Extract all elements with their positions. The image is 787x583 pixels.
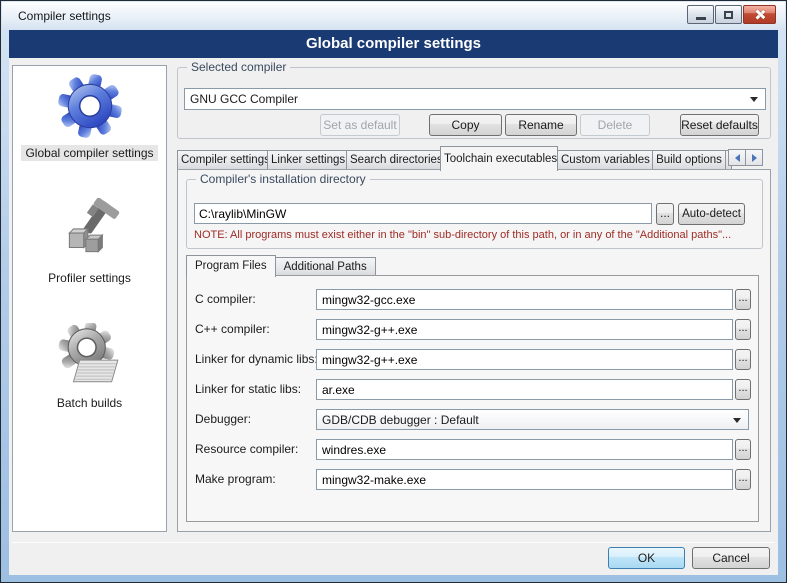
chevron-down-icon (750, 97, 758, 102)
tab-scroll-left-button[interactable] (728, 149, 746, 166)
field-row-dynamic-linker: Linker for dynamic libs: ... (187, 349, 758, 371)
compiler-select-value: GNU GCC Compiler (190, 92, 298, 106)
sidebar-item-profiler-settings[interactable]: Profiler settings (13, 198, 166, 286)
tab-toolchain-executables[interactable]: Toolchain executables (440, 146, 558, 171)
field-row-cpp-compiler: C++ compiler: ... (187, 319, 758, 341)
close-button[interactable] (743, 5, 776, 24)
gray-gear-stack-icon (57, 323, 123, 389)
ok-button[interactable]: OK (608, 547, 685, 569)
footer-divider (12, 542, 775, 543)
dynamic-linker-input[interactable] (316, 349, 733, 370)
arrow-right-icon (752, 154, 757, 162)
tab-build-options[interactable]: Build options (652, 150, 726, 170)
page-title: Global compiler settings (9, 30, 778, 58)
window-title: Compiler settings (18, 9, 111, 23)
debugger-select[interactable]: GDB/CDB debugger : Default (316, 409, 749, 430)
minimize-button[interactable] (687, 5, 714, 24)
field-row-static-linker: Linker for static libs: ... (187, 379, 758, 401)
minimize-icon (696, 17, 706, 20)
bin-subdirectory-note: NOTE: All programs must exist either in … (194, 229, 731, 241)
copy-button[interactable]: Copy (429, 114, 502, 136)
maximize-button[interactable] (715, 5, 742, 24)
dialog-window: Compiler settings Global compiler settin… (0, 0, 787, 583)
blue-gear-icon (57, 73, 123, 139)
rename-button[interactable]: Rename (505, 114, 577, 136)
close-icon (754, 9, 765, 20)
field-label: Make program: (195, 472, 276, 486)
subtab-program-files[interactable]: Program Files (186, 255, 276, 277)
field-label: Linker for static libs: (195, 382, 301, 396)
selected-compiler-group-label: Selected compiler (187, 60, 290, 74)
dialog-content: Global compiler settings (9, 30, 778, 575)
tab-custom-variables[interactable]: Custom variables (557, 150, 653, 170)
field-label: Resource compiler: (195, 442, 298, 456)
subtab-additional-paths[interactable]: Additional Paths (275, 257, 376, 276)
delete-button: Delete (580, 114, 650, 136)
profiler-caliper-icon (57, 198, 123, 264)
field-label: C compiler: (195, 292, 256, 306)
field-row-resource-compiler: Resource compiler: ... (187, 439, 758, 461)
tab-search-directories[interactable]: Search directories (346, 150, 441, 170)
static-linker-input[interactable] (316, 379, 733, 400)
c-compiler-input[interactable] (316, 289, 733, 310)
installation-directory-group: Compiler's installation directory ... Au… (186, 179, 763, 249)
field-label: C++ compiler: (195, 322, 270, 336)
browse-dynamic-linker-button[interactable]: ... (735, 349, 751, 370)
compiler-select[interactable]: GNU GCC Compiler (184, 88, 766, 110)
browse-cpp-compiler-button[interactable]: ... (735, 319, 751, 340)
selected-compiler-group: Selected compiler GNU GCC Compiler Set a… (177, 67, 771, 139)
settings-tab-bar: Compiler settings Linker settings Search… (177, 144, 771, 170)
installation-directory-input[interactable] (194, 203, 652, 224)
field-label: Debugger: (195, 412, 251, 426)
window-controls (686, 5, 776, 24)
field-label: Linker for dynamic libs: (195, 352, 318, 366)
tab-compiler-settings[interactable]: Compiler settings (177, 150, 268, 170)
toolchain-executables-page: Compiler's installation directory ... Au… (177, 169, 771, 532)
browse-make-program-button[interactable]: ... (735, 469, 751, 490)
reset-defaults-button[interactable]: Reset defaults (680, 114, 759, 136)
tab-linker-settings[interactable]: Linker settings (267, 150, 347, 170)
sidebar-item-batch-builds[interactable]: Batch builds (13, 323, 166, 411)
program-files-page: C compiler: ... C++ compiler: ... Linker… (186, 275, 759, 522)
field-row-c-compiler: C compiler: ... (187, 289, 758, 311)
browse-c-compiler-button[interactable]: ... (735, 289, 751, 310)
maximize-icon (724, 11, 733, 19)
tab-scroll-buttons (729, 149, 763, 166)
debugger-select-value: GDB/CDB debugger : Default (322, 413, 479, 427)
settings-category-list: Global compiler settings Profiler (12, 65, 167, 532)
field-row-debugger: Debugger: GDB/CDB debugger : Default (187, 409, 758, 431)
resource-compiler-input[interactable] (316, 439, 733, 460)
sidebar-item-label: Profiler settings (44, 270, 135, 286)
installation-directory-group-label: Compiler's installation directory (196, 172, 370, 186)
browse-resource-compiler-button[interactable]: ... (735, 439, 751, 460)
make-program-input[interactable] (316, 469, 733, 490)
sidebar-item-label: Global compiler settings (21, 145, 157, 161)
arrow-left-icon (735, 154, 740, 162)
field-row-make-program: Make program: ... (187, 469, 758, 491)
program-tabs-bar: Program Files Additional Paths (186, 254, 375, 276)
cpp-compiler-input[interactable] (316, 319, 733, 340)
browse-static-linker-button[interactable]: ... (735, 379, 751, 400)
chevron-down-icon (733, 418, 741, 423)
browse-directory-button[interactable]: ... (656, 203, 674, 225)
sidebar-item-global-compiler-settings[interactable]: Global compiler settings (13, 73, 166, 161)
set-as-default-button: Set as default (320, 114, 400, 136)
auto-detect-button[interactable]: Auto-detect (678, 203, 745, 225)
tab-scroll-right-button[interactable] (745, 149, 763, 166)
cancel-button[interactable]: Cancel (692, 547, 770, 569)
sidebar-item-label: Batch builds (53, 395, 126, 411)
title-bar[interactable]: Compiler settings (2, 2, 785, 30)
